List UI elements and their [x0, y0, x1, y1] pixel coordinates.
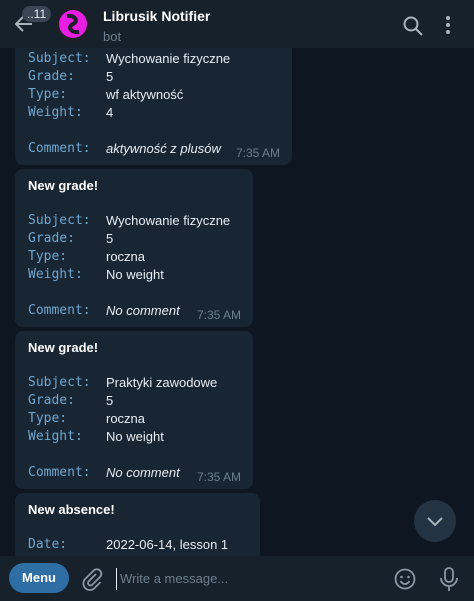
field-value: 2022-06-14, lesson 1	[106, 537, 229, 552]
field-key: Subject:	[28, 375, 91, 390]
message-time: 7:35 AM	[196, 470, 241, 484]
paperclip-icon[interactable]	[80, 567, 104, 591]
message-bubble: Subject: Wychowanie fizyczne Grade: 5 Ty…	[15, 48, 292, 165]
unread-badge: ..11	[22, 6, 52, 22]
field-value: 5	[106, 69, 114, 84]
field-value: Wychowanie fizyczne	[106, 51, 231, 66]
message-time: 7:35 AM	[235, 146, 280, 160]
field-key: Subject:	[28, 213, 91, 228]
message-heading: New absence!	[28, 502, 115, 517]
more-options-icon[interactable]	[440, 14, 456, 36]
field-key: Grade:	[28, 393, 75, 408]
chevron-down-icon	[427, 517, 443, 527]
search-icon[interactable]	[402, 15, 424, 37]
message-bubble: New grade! Subject: Wychowanie fizyczne …	[15, 169, 253, 327]
field-key: Comment:	[28, 141, 91, 156]
message-composer: Menu Write a message...	[0, 556, 474, 601]
chat-header: ..11 Librusik Notifier bot	[0, 0, 474, 48]
emoji-icon[interactable]	[393, 567, 417, 591]
field-key: Weight:	[28, 267, 83, 282]
field-key: Subject:	[28, 51, 91, 66]
comment-value: aktywność z plusów	[106, 141, 221, 156]
field-key: Comment:	[28, 303, 91, 318]
message-list[interactable]: Subject: Wychowanie fizyczne Grade: 5 Ty…	[0, 48, 474, 556]
chat-title[interactable]: Librusik Notifier	[103, 8, 210, 24]
field-key: Date:	[28, 537, 68, 552]
field-value: 5	[106, 231, 114, 246]
field-key: Grade:	[28, 231, 75, 246]
message-bubble: New absence! Date: 2022-06-14, lesson 1	[15, 493, 260, 556]
message-bubble: New grade! Subject: Praktyki zawodowe Gr…	[15, 331, 253, 489]
field-value: No weight	[106, 267, 164, 282]
chat-subtitle: bot	[103, 29, 122, 44]
microphone-icon[interactable]	[437, 566, 461, 592]
field-value: wf aktywność	[106, 87, 184, 102]
message-time: 7:35 AM	[196, 308, 241, 322]
field-key: Type:	[28, 249, 68, 264]
field-key: Weight:	[28, 429, 83, 444]
field-value: Praktyki zawodowe	[106, 375, 218, 390]
message-input[interactable]: Write a message...	[116, 568, 380, 590]
field-value: 5	[106, 393, 114, 408]
scroll-down-button[interactable]	[414, 500, 456, 542]
avatar[interactable]	[55, 6, 91, 42]
field-key: Type:	[28, 411, 68, 426]
message-heading: New grade!	[28, 178, 99, 193]
comment-value: No comment	[106, 303, 180, 318]
field-value: Wychowanie fizyczne	[106, 213, 231, 228]
field-value: roczna	[106, 411, 146, 426]
comment-value: No comment	[106, 465, 180, 480]
message-heading: New grade!	[28, 340, 99, 355]
field-key: Grade:	[28, 69, 75, 84]
field-key: Weight:	[28, 105, 83, 120]
field-key: Type:	[28, 87, 68, 102]
field-value: roczna	[106, 249, 146, 264]
field-value: 4	[106, 105, 114, 120]
field-key: Comment:	[28, 465, 91, 480]
field-value: No weight	[106, 429, 164, 444]
menu-button[interactable]: Menu	[9, 563, 69, 593]
